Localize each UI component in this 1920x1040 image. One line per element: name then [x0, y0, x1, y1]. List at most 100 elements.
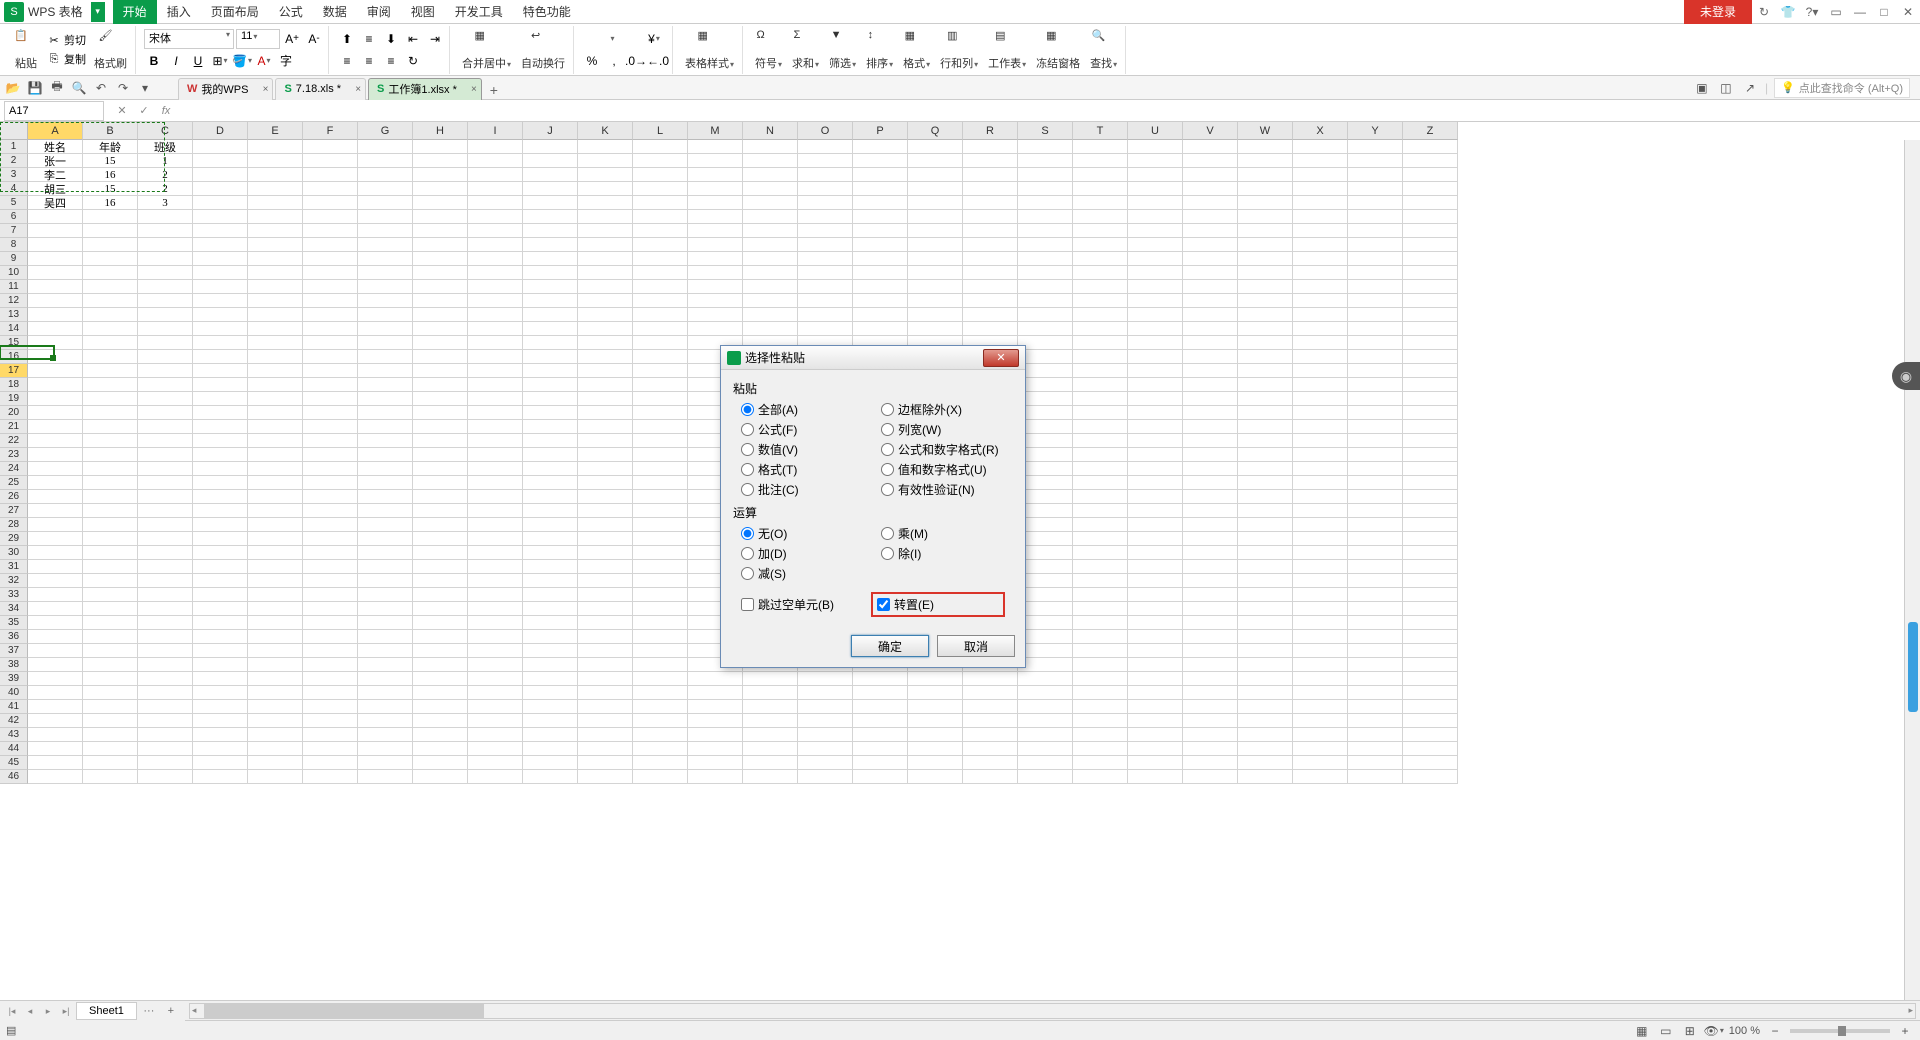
cell[interactable] — [28, 406, 83, 420]
cell[interactable] — [193, 504, 248, 518]
cell[interactable] — [633, 714, 688, 728]
cell[interactable] — [138, 574, 193, 588]
col-header-B[interactable]: B — [83, 122, 138, 140]
cell[interactable] — [633, 756, 688, 770]
cell[interactable] — [193, 350, 248, 364]
row-header-37[interactable]: 37 — [0, 644, 28, 658]
cell[interactable] — [1403, 280, 1458, 294]
cell[interactable] — [248, 308, 303, 322]
cell[interactable] — [193, 462, 248, 476]
cell[interactable] — [28, 700, 83, 714]
cell[interactable] — [853, 280, 908, 294]
cell[interactable] — [468, 644, 523, 658]
cell[interactable] — [468, 532, 523, 546]
cell[interactable] — [1348, 168, 1403, 182]
cell[interactable] — [358, 154, 413, 168]
cell[interactable] — [1073, 266, 1128, 280]
cell[interactable] — [523, 154, 578, 168]
operation-option-radio[interactable]: 除(I) — [881, 545, 1013, 562]
col-header-T[interactable]: T — [1073, 122, 1128, 140]
cell[interactable] — [358, 686, 413, 700]
cell[interactable] — [908, 280, 963, 294]
cell[interactable] — [798, 728, 853, 742]
cell[interactable] — [1128, 420, 1183, 434]
cell[interactable] — [1183, 742, 1238, 756]
rowcol-button[interactable]: ▥行和列▾ — [936, 27, 982, 73]
cell[interactable] — [28, 280, 83, 294]
cell[interactable] — [1073, 420, 1128, 434]
cell[interactable] — [1348, 224, 1403, 238]
cell[interactable] — [1183, 378, 1238, 392]
cell[interactable] — [743, 714, 798, 728]
cell[interactable] — [523, 714, 578, 728]
menu-tab-insert[interactable]: 插入 — [157, 0, 201, 24]
cell[interactable] — [303, 756, 358, 770]
cell[interactable] — [1073, 518, 1128, 532]
cell[interactable] — [193, 392, 248, 406]
cell[interactable] — [743, 238, 798, 252]
cell[interactable] — [1128, 742, 1183, 756]
cell[interactable] — [413, 560, 468, 574]
sheet-tab-sheet1[interactable]: Sheet1 — [76, 1002, 137, 1020]
cell[interactable] — [1183, 490, 1238, 504]
cell[interactable] — [1403, 714, 1458, 728]
cell[interactable] — [193, 336, 248, 350]
cell[interactable] — [303, 700, 358, 714]
cell[interactable] — [743, 168, 798, 182]
cell[interactable] — [193, 182, 248, 196]
cell[interactable] — [1238, 714, 1293, 728]
cell[interactable] — [908, 238, 963, 252]
cell[interactable] — [1403, 504, 1458, 518]
cell[interactable] — [28, 350, 83, 364]
cell[interactable] — [1183, 154, 1238, 168]
cell[interactable] — [468, 294, 523, 308]
cell[interactable] — [83, 560, 138, 574]
cell[interactable] — [1348, 378, 1403, 392]
sync-icon[interactable]: ↻ — [1752, 0, 1776, 24]
cell[interactable] — [1403, 462, 1458, 476]
cell[interactable] — [413, 546, 468, 560]
cell[interactable] — [633, 742, 688, 756]
cell[interactable] — [358, 378, 413, 392]
cell[interactable] — [1293, 546, 1348, 560]
cell[interactable] — [523, 700, 578, 714]
cell[interactable] — [1348, 756, 1403, 770]
row-header-46[interactable]: 46 — [0, 770, 28, 784]
cell[interactable] — [908, 252, 963, 266]
cell[interactable] — [578, 560, 633, 574]
cell[interactable] — [853, 224, 908, 238]
cell[interactable] — [798, 322, 853, 336]
cell[interactable] — [138, 616, 193, 630]
cell[interactable] — [1348, 560, 1403, 574]
cell[interactable] — [1238, 602, 1293, 616]
cell[interactable] — [633, 700, 688, 714]
cell[interactable] — [1073, 308, 1128, 322]
cell[interactable] — [1018, 490, 1073, 504]
cell[interactable] — [1348, 700, 1403, 714]
cell[interactable] — [83, 322, 138, 336]
cell[interactable] — [138, 686, 193, 700]
open-button[interactable]: 📂 — [4, 79, 22, 97]
cell[interactable] — [578, 546, 633, 560]
cell[interactable] — [798, 210, 853, 224]
cell[interactable] — [853, 182, 908, 196]
cell[interactable] — [1293, 154, 1348, 168]
cell[interactable] — [303, 182, 358, 196]
cell[interactable] — [688, 742, 743, 756]
cell[interactable] — [303, 392, 358, 406]
cell[interactable] — [1018, 588, 1073, 602]
cell[interactable] — [83, 294, 138, 308]
cell[interactable] — [138, 448, 193, 462]
cell[interactable] — [358, 560, 413, 574]
cell[interactable] — [743, 308, 798, 322]
cell[interactable] — [193, 518, 248, 532]
cell[interactable] — [853, 196, 908, 210]
cell[interactable] — [633, 770, 688, 784]
cell[interactable] — [413, 168, 468, 182]
cell[interactable] — [1238, 434, 1293, 448]
cell[interactable] — [688, 280, 743, 294]
cell[interactable] — [138, 462, 193, 476]
cell[interactable] — [193, 630, 248, 644]
paste-option-radio[interactable]: 公式(F) — [741, 421, 873, 438]
cell[interactable] — [798, 742, 853, 756]
